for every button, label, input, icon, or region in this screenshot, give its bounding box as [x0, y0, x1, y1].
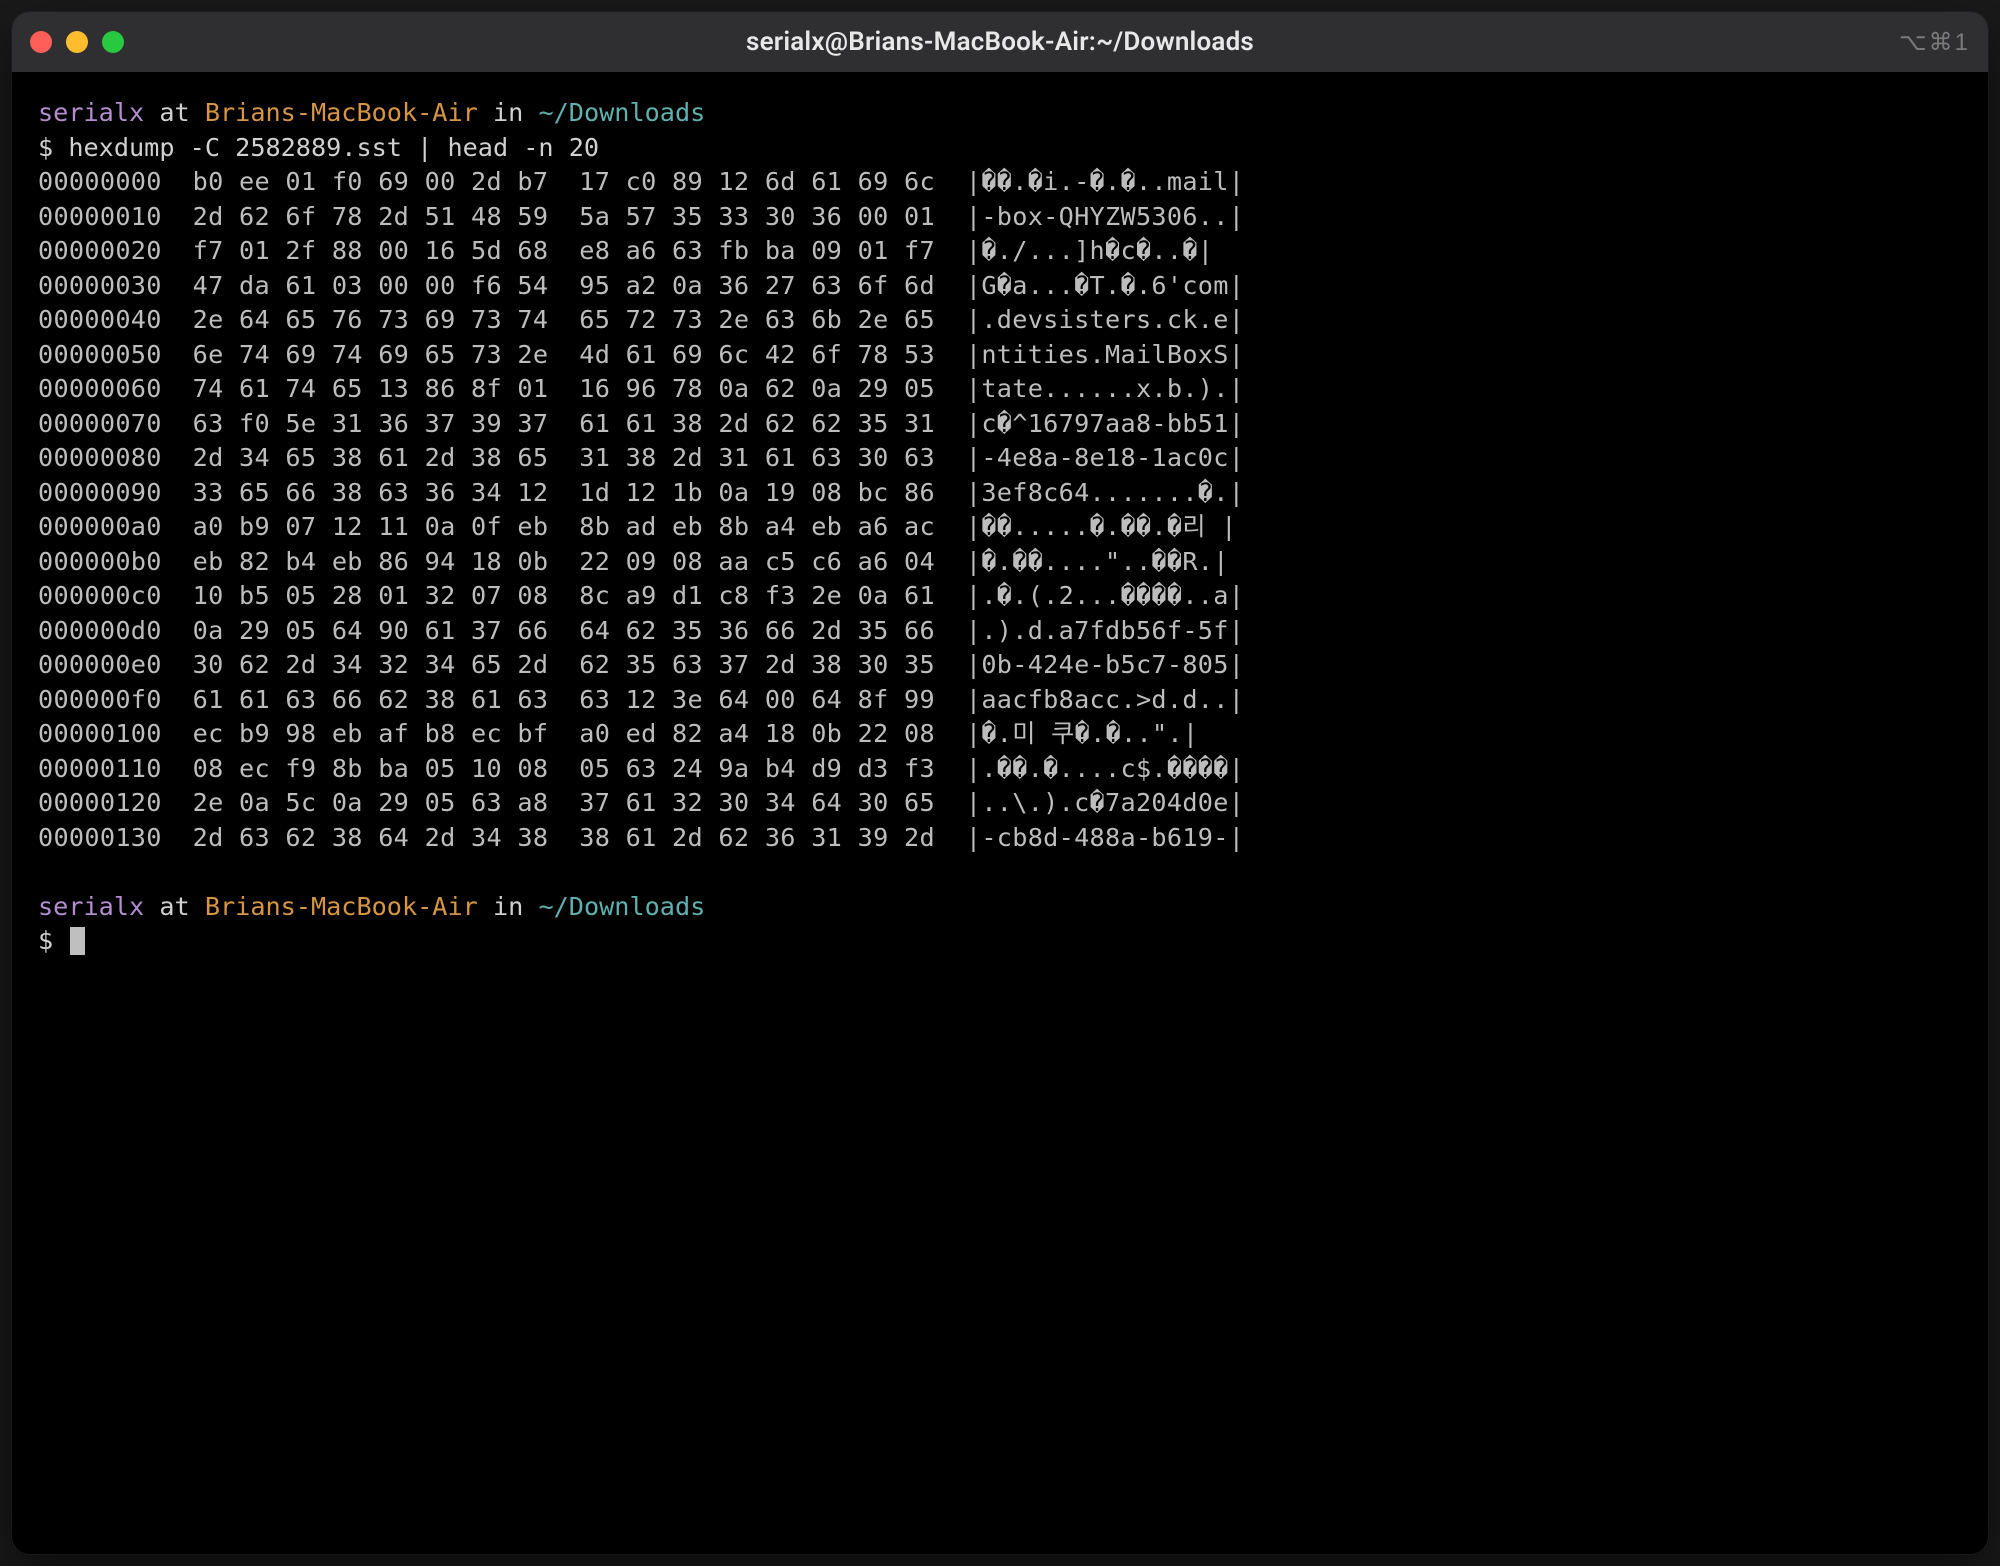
- close-icon[interactable]: [30, 31, 52, 53]
- hex-row: 000000c0 10 b5 05 28 01 32 07 08 8c a9 d…: [38, 581, 1244, 610]
- command: hexdump -C 2582889.sst | head -n 20: [68, 133, 599, 162]
- hex-row: 000000a0 a0 b9 07 12 11 0a 0f eb 8b ad e…: [38, 512, 1237, 541]
- cursor-icon: [70, 927, 85, 955]
- hex-row: 00000040 2e 64 65 76 73 69 73 74 65 72 7…: [38, 305, 1244, 334]
- terminal-window: serialx@Brians-MacBook-Air:~/Downloads ⌥…: [12, 12, 1988, 1554]
- prompt-sign: $: [38, 133, 68, 162]
- hex-row: 00000070 63 f0 5e 31 36 37 39 37 61 61 3…: [38, 409, 1244, 438]
- titlebar[interactable]: serialx@Brians-MacBook-Air:~/Downloads ⌥…: [12, 12, 1988, 72]
- prompt-user: serialx: [38, 98, 144, 127]
- minimize-icon[interactable]: [66, 31, 88, 53]
- hex-row: 00000110 08 ec f9 8b ba 05 10 08 05 63 2…: [38, 754, 1244, 783]
- prompt-host: Brians-MacBook-Air: [205, 98, 478, 127]
- hex-row: 00000090 33 65 66 38 63 36 34 12 1d 12 1…: [38, 478, 1244, 507]
- prompt-path-2: ~/Downloads: [538, 892, 705, 921]
- hex-row: 00000010 2d 62 6f 78 2d 51 48 59 5a 57 3…: [38, 202, 1244, 231]
- zoom-icon[interactable]: [102, 31, 124, 53]
- shortcut-label: ⌥⌘1: [1899, 28, 1970, 57]
- hex-row: 000000d0 0a 29 05 64 90 61 37 66 64 62 3…: [38, 616, 1244, 645]
- prompt-host-2: Brians-MacBook-Air: [205, 892, 478, 921]
- hex-output: 00000000 b0 ee 01 f0 69 00 2d b7 17 c0 8…: [38, 167, 1244, 852]
- hex-row: 00000060 74 61 74 65 13 86 8f 01 16 96 7…: [38, 374, 1244, 403]
- prompt-at: at: [144, 98, 205, 127]
- hex-row: 00000130 2d 63 62 38 64 2d 34 38 38 61 2…: [38, 823, 1244, 852]
- hex-row: 00000100 ec b9 98 eb af b8 ec bf a0 ed 8…: [38, 719, 1198, 748]
- hex-row: 000000b0 eb 82 b4 eb 86 94 18 0b 22 09 0…: [38, 547, 1229, 576]
- prompt-user-2: serialx: [38, 892, 144, 921]
- prompt-sign-2: $: [38, 926, 68, 955]
- terminal-body[interactable]: serialx at Brians-MacBook-Air in ~/Downl…: [12, 72, 1988, 1554]
- hex-row: 000000f0 61 61 63 66 62 38 61 63 63 12 3…: [38, 685, 1244, 714]
- hex-row: 00000000 b0 ee 01 f0 69 00 2d b7 17 c0 8…: [38, 167, 1244, 196]
- window-title: serialx@Brians-MacBook-Air:~/Downloads: [12, 27, 1988, 57]
- prompt-path: ~/Downloads: [538, 98, 705, 127]
- hex-row: 00000050 6e 74 69 74 69 65 73 2e 4d 61 6…: [38, 340, 1244, 369]
- hex-row: 00000020 f7 01 2f 88 00 16 5d 68 e8 a6 6…: [38, 236, 1213, 265]
- traffic-lights: [30, 31, 124, 53]
- prompt-at-2: at: [144, 892, 205, 921]
- hex-row: 00000080 2d 34 65 38 61 2d 38 65 31 38 2…: [38, 443, 1244, 472]
- prompt-in: in: [478, 98, 539, 127]
- hex-row: 00000030 47 da 61 03 00 00 f6 54 95 a2 0…: [38, 271, 1244, 300]
- hex-row: 00000120 2e 0a 5c 0a 29 05 63 a8 37 61 3…: [38, 788, 1244, 817]
- hex-row: 000000e0 30 62 2d 34 32 34 65 2d 62 35 6…: [38, 650, 1244, 679]
- prompt-in-2: in: [478, 892, 539, 921]
